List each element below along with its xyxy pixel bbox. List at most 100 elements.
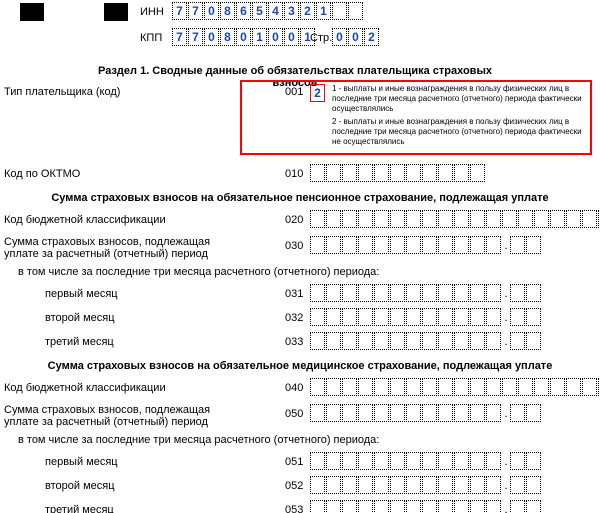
input-cell[interactable] — [310, 500, 325, 513]
input-cell[interactable] — [454, 500, 469, 513]
input-cell[interactable] — [486, 452, 501, 470]
payer-type-value[interactable]: 2 — [310, 84, 325, 102]
kpp-cell[interactable]: 0 — [204, 28, 219, 46]
input-cell[interactable] — [486, 284, 501, 302]
input-cell[interactable] — [390, 476, 405, 494]
input-cell[interactable] — [510, 332, 525, 350]
inn-cell[interactable] — [332, 2, 347, 20]
inn-cell[interactable] — [348, 2, 363, 20]
input-cell[interactable] — [374, 378, 389, 396]
kbk-cells-med[interactable] — [310, 378, 600, 396]
input-cell[interactable] — [470, 284, 485, 302]
input-cell[interactable] — [470, 452, 485, 470]
input-cell[interactable] — [390, 378, 405, 396]
input-cell[interactable] — [358, 164, 373, 182]
input-cell[interactable] — [470, 378, 485, 396]
input-cell[interactable] — [422, 164, 437, 182]
input-cell[interactable] — [326, 476, 341, 494]
input-cell[interactable] — [526, 284, 541, 302]
input-cell[interactable] — [534, 378, 549, 396]
input-cell[interactable] — [374, 210, 389, 228]
input-cell[interactable] — [438, 284, 453, 302]
input-cell[interactable] — [422, 500, 437, 513]
input-cell[interactable] — [454, 452, 469, 470]
input-cell[interactable] — [526, 452, 541, 470]
m1-cells[interactable]: . — [310, 284, 542, 302]
input-cell[interactable] — [550, 378, 565, 396]
input-cell[interactable] — [526, 332, 541, 350]
input-cell[interactable] — [486, 404, 501, 422]
input-cell[interactable] — [310, 210, 325, 228]
kpp-cells[interactable]: 7 7 0 8 0 1 0 0 1 — [172, 28, 316, 46]
input-cell[interactable] — [406, 284, 421, 302]
input-cell[interactable] — [526, 500, 541, 513]
kbk-cells[interactable] — [310, 210, 600, 228]
input-cell[interactable] — [326, 452, 341, 470]
input-cell[interactable] — [486, 308, 501, 326]
payer-type-value-cell[interactable]: 2 — [310, 84, 326, 102]
kpp-cell[interactable]: 0 — [284, 28, 299, 46]
input-cell[interactable] — [470, 332, 485, 350]
input-cell[interactable] — [326, 236, 341, 254]
input-cell[interactable] — [310, 236, 325, 254]
input-cell[interactable] — [534, 210, 549, 228]
input-cell[interactable] — [326, 378, 341, 396]
m3-cells-med[interactable]: . — [310, 500, 542, 513]
input-cell[interactable] — [390, 284, 405, 302]
input-cell[interactable] — [438, 236, 453, 254]
kpp-cell[interactable]: 0 — [236, 28, 251, 46]
input-cell[interactable] — [326, 210, 341, 228]
input-cell[interactable] — [374, 404, 389, 422]
input-cell[interactable] — [422, 236, 437, 254]
input-cell[interactable] — [422, 378, 437, 396]
input-cell[interactable] — [358, 476, 373, 494]
input-cell[interactable] — [310, 452, 325, 470]
input-cell[interactable] — [358, 378, 373, 396]
input-cell[interactable] — [406, 164, 421, 182]
input-cell[interactable] — [422, 404, 437, 422]
input-cell[interactable] — [454, 236, 469, 254]
input-cell[interactable] — [486, 500, 501, 513]
inn-cell[interactable]: 1 — [316, 2, 331, 20]
input-cell[interactable] — [358, 236, 373, 254]
input-cell[interactable] — [358, 404, 373, 422]
input-cell[interactable] — [422, 452, 437, 470]
input-cell[interactable] — [358, 500, 373, 513]
input-cell[interactable] — [470, 164, 485, 182]
input-cell[interactable] — [438, 500, 453, 513]
input-cell[interactable] — [422, 332, 437, 350]
input-cell[interactable] — [518, 378, 533, 396]
input-cell[interactable] — [510, 284, 525, 302]
input-cell[interactable] — [502, 378, 517, 396]
input-cell[interactable] — [422, 476, 437, 494]
input-cell[interactable] — [438, 476, 453, 494]
input-cell[interactable] — [310, 284, 325, 302]
input-cell[interactable] — [526, 308, 541, 326]
input-cell[interactable] — [454, 210, 469, 228]
input-cell[interactable] — [310, 164, 325, 182]
input-cell[interactable] — [342, 378, 357, 396]
input-cell[interactable] — [342, 404, 357, 422]
input-cell[interactable] — [438, 210, 453, 228]
input-cell[interactable] — [406, 236, 421, 254]
oktmo-cells[interactable] — [310, 164, 486, 182]
input-cell[interactable] — [310, 308, 325, 326]
input-cell[interactable] — [486, 476, 501, 494]
input-cell[interactable] — [390, 236, 405, 254]
input-cell[interactable] — [342, 284, 357, 302]
input-cell[interactable] — [582, 378, 597, 396]
input-cell[interactable] — [342, 164, 357, 182]
input-cell[interactable] — [342, 332, 357, 350]
input-cell[interactable] — [454, 332, 469, 350]
input-cell[interactable] — [374, 500, 389, 513]
input-cell[interactable] — [406, 332, 421, 350]
input-cell[interactable] — [342, 236, 357, 254]
input-cell[interactable] — [406, 476, 421, 494]
input-cell[interactable] — [342, 500, 357, 513]
input-cell[interactable] — [358, 210, 373, 228]
input-cell[interactable] — [510, 308, 525, 326]
input-cell[interactable] — [422, 284, 437, 302]
input-cell[interactable] — [374, 308, 389, 326]
input-cell[interactable] — [358, 332, 373, 350]
input-cell[interactable] — [390, 332, 405, 350]
